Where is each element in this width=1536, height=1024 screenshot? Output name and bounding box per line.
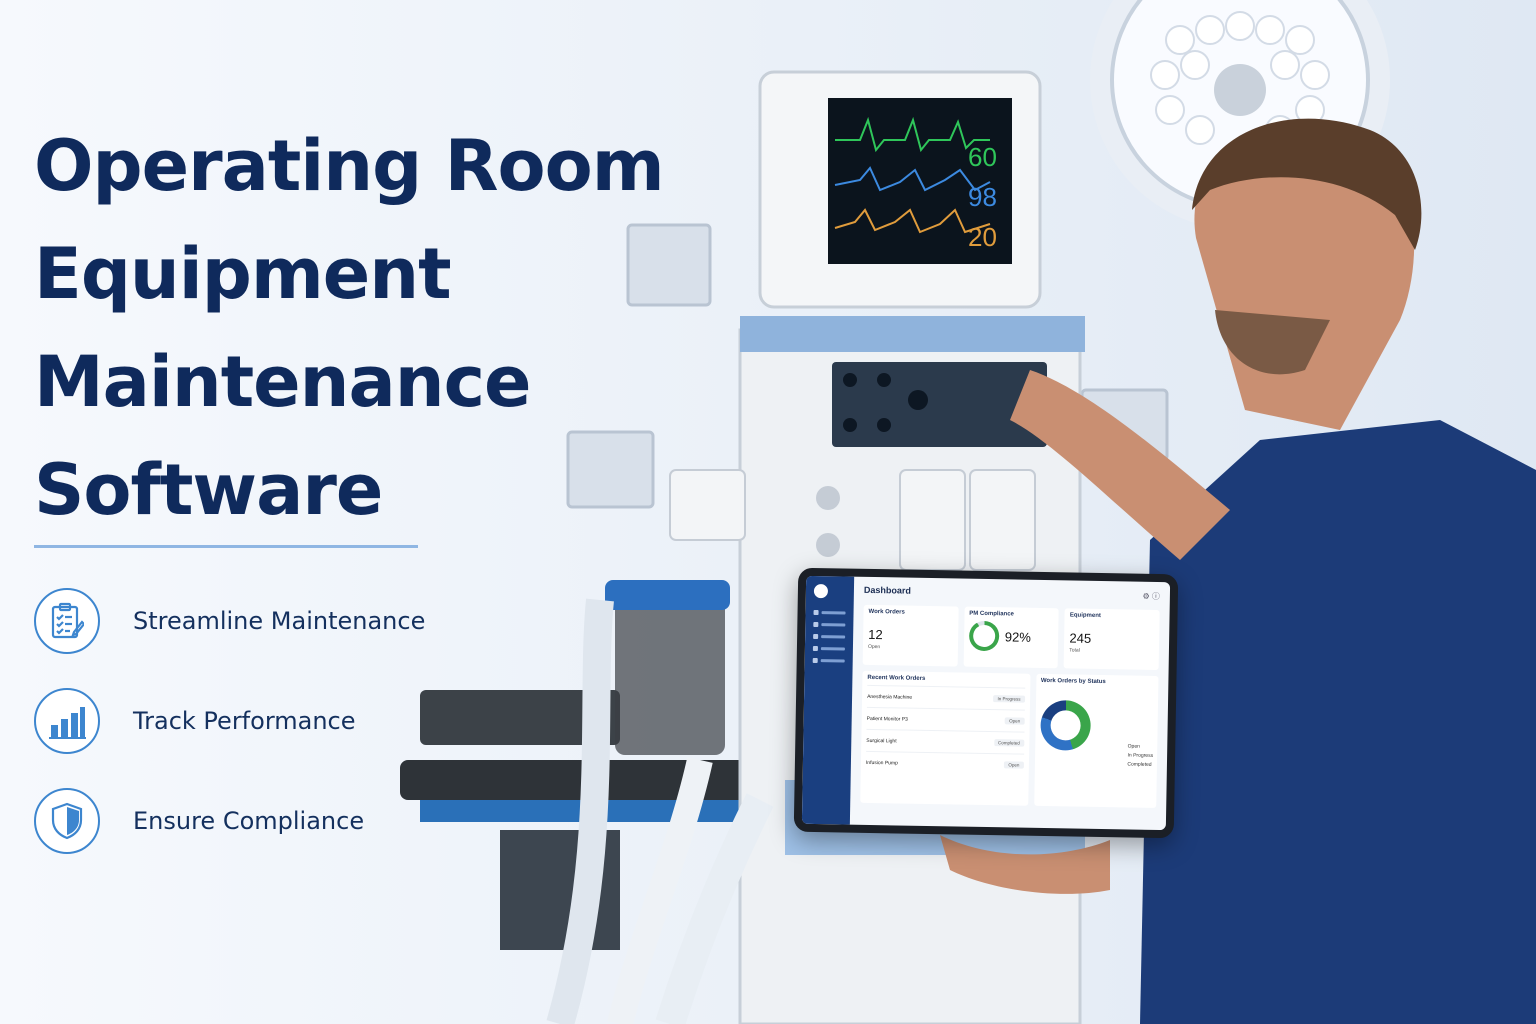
pm-compliance-card[interactable]: PM Compliance 92% xyxy=(963,606,1060,669)
card-title: Equipment xyxy=(1069,612,1101,619)
clipboard-checklist-icon xyxy=(34,588,100,654)
status-badge: In Progress xyxy=(993,695,1025,703)
status-donut xyxy=(1039,699,1091,751)
status-badge: Open xyxy=(1004,761,1024,769)
legend-item: Open xyxy=(1127,743,1140,750)
row-name: Surgical Light xyxy=(866,737,897,744)
table-row[interactable]: Surgical Light Completed xyxy=(866,728,1025,754)
table-row[interactable]: Anesthesia Machine In Progress xyxy=(866,684,1025,710)
sidebar xyxy=(801,575,855,825)
section-title: Recent Work Orders xyxy=(867,674,926,682)
row-name: Anesthesia Machine xyxy=(867,693,913,701)
recent-work-orders: Recent Work Orders Anesthesia Machine In … xyxy=(860,670,1031,806)
bar-chart-icon xyxy=(34,688,100,754)
shield-icon xyxy=(34,788,100,854)
card-value: 92% xyxy=(1004,628,1031,645)
status-badge: Completed xyxy=(993,739,1024,747)
legend-item: Completed xyxy=(1127,761,1152,768)
svg-text:20: 20 xyxy=(968,222,997,252)
sidebar-item[interactable] xyxy=(812,645,849,652)
sidebar-item[interactable] xyxy=(813,609,850,616)
title-divider xyxy=(34,545,418,548)
row-name: Patient Monitor P3 xyxy=(866,715,908,723)
sidebar-item[interactable] xyxy=(812,657,849,664)
compliance-ring xyxy=(968,620,1000,652)
patient-monitor: 60 98 20 xyxy=(758,70,1042,309)
title-line: Operating Room xyxy=(34,125,665,207)
dashboard-main: Dashboard ⚙ ⓘ Work Orders 12 Open PM Com… xyxy=(850,577,1170,830)
title-line: Maintenance xyxy=(34,341,532,423)
row-name: Infusion Pump xyxy=(865,759,898,766)
card-sub: Open xyxy=(867,643,881,651)
tablet-device: Dashboard ⚙ ⓘ Work Orders 12 Open PM Com… xyxy=(793,567,1179,839)
table-row[interactable]: Patient Monitor P3 Open xyxy=(866,706,1025,732)
card-title: Work Orders xyxy=(868,608,905,616)
legend-item: In Progress xyxy=(1127,752,1154,759)
equipment-card[interactable]: Equipment 245 Total xyxy=(1063,608,1160,671)
work-orders-card[interactable]: Work Orders 12 Open xyxy=(862,604,959,667)
svg-text:60: 60 xyxy=(968,142,997,172)
feature-streamline-maintenance: Streamline Maintenance xyxy=(34,588,425,654)
settings-icon[interactable]: ⚙ ⓘ xyxy=(1142,591,1160,602)
dashboard-title: Dashboard xyxy=(863,584,912,596)
section-title: Work Orders by Status xyxy=(1040,677,1106,686)
card-value: 12 xyxy=(868,626,883,643)
status-chart-panel: Work Orders by Status xyxy=(1033,673,1159,808)
app-logo-icon xyxy=(813,583,829,599)
status-legend: Open In Progress Completed xyxy=(1127,742,1153,769)
card-sub: Total xyxy=(1069,647,1080,654)
card-value: 245 xyxy=(1069,630,1092,646)
title-line: Software xyxy=(34,449,383,531)
tablet-screen: Dashboard ⚙ ⓘ Work Orders 12 Open PM Com… xyxy=(801,575,1171,831)
title-line: Equipment xyxy=(34,233,452,315)
sidebar-item[interactable] xyxy=(813,621,849,628)
feature-label: Track Performance xyxy=(133,707,356,735)
table-row[interactable]: Infusion Pump Open xyxy=(865,750,1024,776)
feature-ensure-compliance: Ensure Compliance xyxy=(34,788,364,854)
sidebar-item[interactable] xyxy=(813,633,849,640)
status-badge: Open xyxy=(1005,717,1025,725)
hero-banner: 60 98 20 Operating Room Equipment Mainte… xyxy=(0,0,1536,1024)
feature-label: Streamline Maintenance xyxy=(133,607,426,635)
feature-label: Ensure Compliance xyxy=(133,807,365,835)
feature-track-performance: Track Performance xyxy=(34,688,356,754)
svg-text:98: 98 xyxy=(968,182,997,212)
page-title: Operating Room Equipment Maintenance Sof… xyxy=(34,112,734,544)
